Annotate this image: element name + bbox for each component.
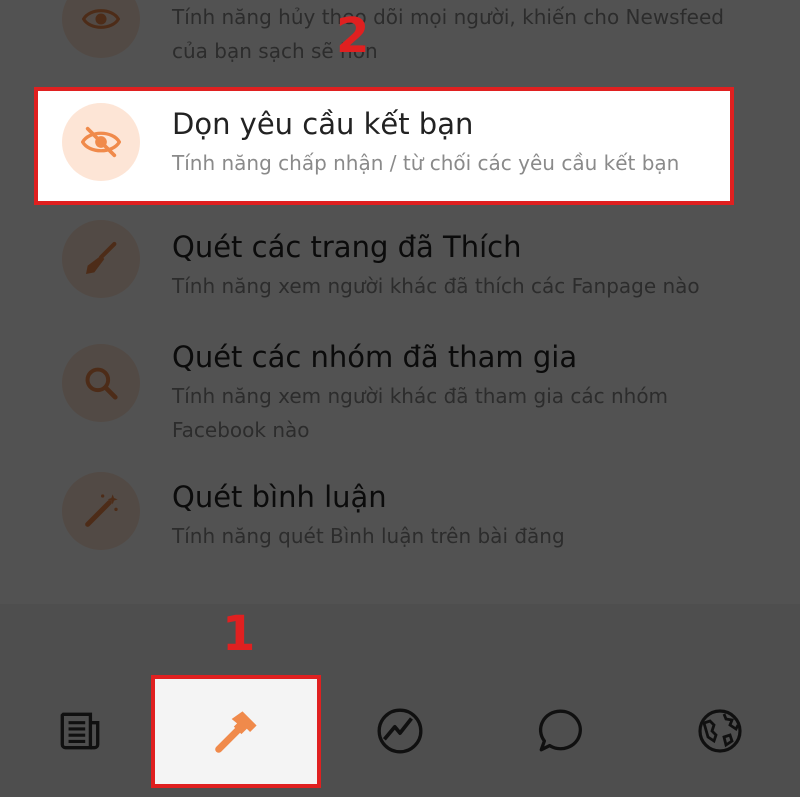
eye-slash-icon	[81, 126, 121, 158]
highlight-nav-tools[interactable]	[151, 675, 321, 788]
list-item-desc: Tính năng quét Bình luận trên bài đăng	[172, 524, 565, 548]
magic-wand-icon	[85, 494, 118, 527]
list-item-scan-comments[interactable]: Quét bình luận Tính năng quét Bình luận …	[0, 462, 800, 562]
nav-tab-globe[interactable]	[660, 672, 780, 790]
activity-icon	[377, 708, 423, 754]
list-item-desc: Tính năng chấp nhận / từ chối các yêu cầ…	[172, 151, 680, 175]
nav-tab-messages[interactable]	[500, 672, 620, 790]
list-item-title: Quét các nhóm đã tham gia	[172, 340, 578, 374]
nav-tab-activity[interactable]	[340, 672, 460, 790]
list-item-title: Dọn yêu cầu kết bạn	[172, 107, 474, 141]
eye-icon	[82, 9, 120, 29]
step-number-2: 2	[336, 8, 370, 64]
step-number-1: 1	[222, 606, 256, 662]
globe-icon	[698, 709, 742, 753]
list-item-desc: Tính năng hủy theo dõi mọi người, khiến …	[172, 5, 724, 63]
list-item-unfollow[interactable]: Tính năng hủy theo dõi mọi người, khiến …	[0, 0, 800, 80]
list-item-title: Quét bình luận	[172, 480, 387, 514]
broom-icon	[86, 241, 117, 274]
list-item-desc: Tính năng xem người khác đã thích các Fa…	[172, 274, 700, 298]
list-item-title: Quét các trang đã Thích	[172, 230, 522, 264]
list-item-scan-joined-groups[interactable]: Quét các nhóm đã tham gia Tính năng xem …	[0, 322, 800, 442]
menu-icon-circle	[62, 0, 140, 58]
highlight-friend-requests[interactable]: Dọn yêu cầu kết bạn Tính năng chấp nhận …	[34, 87, 734, 205]
nav-tab-news[interactable]	[20, 672, 140, 790]
menu-icon-circle	[62, 472, 140, 550]
list-item-scan-liked-pages[interactable]: Quét các trang đã Thích Tính năng xem ng…	[0, 212, 800, 312]
nav-tab-tools[interactable]	[155, 679, 317, 784]
menu-icon-circle	[62, 103, 140, 181]
newspaper-icon	[60, 712, 100, 750]
list-item-desc: Tính năng xem người khác đã tham gia các…	[172, 384, 669, 442]
chat-bubble-icon	[538, 709, 582, 752]
hammer-icon	[215, 710, 257, 753]
menu-icon-circle	[62, 344, 140, 422]
menu-icon-circle	[62, 220, 140, 298]
magnifier-icon	[85, 367, 118, 400]
